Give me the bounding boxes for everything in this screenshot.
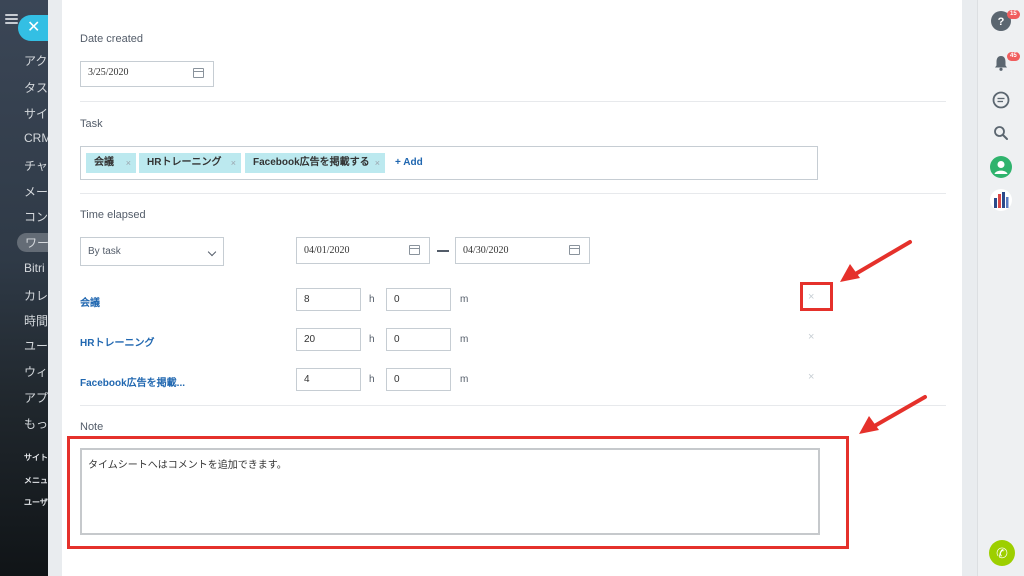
nav-item-2[interactable]: タス — [24, 79, 48, 96]
annotation-arrow — [840, 240, 912, 282]
remove-row-icon[interactable]: × — [808, 331, 814, 343]
phone-icon[interactable]: ✆ — [989, 540, 1015, 566]
time-elapsed-label: Time elapsed — [80, 209, 146, 221]
svg-text:?: ? — [998, 16, 1005, 28]
hours-input[interactable]: 8 — [296, 288, 361, 311]
close-icon[interactable]: ✕ — [18, 15, 48, 41]
calendar-icon[interactable] — [193, 68, 204, 78]
time-row-task-link[interactable]: HRトレーニング — [80, 334, 154, 349]
date-range-separator — [437, 250, 449, 252]
date-created-input[interactable]: 3/25/2020 — [80, 61, 214, 87]
remove-tag-icon[interactable]: × — [375, 153, 380, 173]
nav-small-item-2[interactable]: メニュ — [24, 475, 48, 486]
calendar-icon[interactable] — [409, 245, 420, 255]
hours-input[interactable]: 20 — [296, 328, 361, 351]
time-mode-select[interactable]: By task — [80, 237, 224, 266]
nav-item-1[interactable]: アク — [24, 52, 47, 69]
hours-input[interactable]: 4 — [296, 368, 361, 391]
nav-item-5[interactable]: チャ — [24, 157, 48, 174]
company-logo-icon[interactable] — [990, 189, 1012, 211]
time-row-task-link[interactable]: 会議 — [80, 294, 100, 309]
nav-item-12[interactable]: ユー — [24, 337, 48, 354]
annotation-highlight-note — [67, 436, 849, 549]
task-tag-label: Facebook広告を掲載する — [253, 157, 370, 168]
nav-small-item-3[interactable]: ユーザ — [24, 497, 48, 508]
nav-small-item-1[interactable]: サイト — [24, 452, 48, 463]
task-tag-input[interactable]: 会議 × HRトレーニング × Facebook広告を掲載する × + Add — [80, 146, 818, 180]
minutes-unit: m — [460, 334, 469, 345]
remove-row-icon[interactable]: × — [808, 371, 814, 383]
menu-icon[interactable] — [5, 14, 18, 24]
user-avatar-icon[interactable] — [990, 156, 1012, 178]
divider — [80, 405, 946, 406]
task-label: Task — [80, 118, 103, 130]
task-tag-1[interactable]: 会議 × — [86, 153, 136, 173]
help-badge: 15 — [1007, 10, 1020, 19]
minutes-unit: m — [460, 294, 469, 305]
nav-item-9[interactable]: Bitri — [24, 261, 45, 275]
minutes-input[interactable]: 0 — [386, 288, 451, 311]
task-tag-label: HRトレーニング — [147, 157, 222, 168]
task-tag-3[interactable]: Facebook広告を掲載する × — [245, 153, 385, 173]
calendar-icon[interactable] — [569, 245, 580, 255]
date-from-value: 04/01/2020 — [304, 245, 350, 256]
divider — [80, 193, 946, 194]
note-label: Note — [80, 421, 104, 433]
task-tag-2[interactable]: HRトレーニング × — [139, 153, 241, 173]
time-row-task-link[interactable]: Facebook広告を掲載... — [80, 374, 185, 389]
nav-item-13[interactable]: ウィ — [24, 363, 48, 380]
nav-item-11[interactable]: 時間 — [24, 312, 48, 329]
task-tag-label: 会議 — [94, 157, 114, 168]
date-created-value: 3/25/2020 — [88, 67, 129, 78]
nav-item-10[interactable]: カレ — [24, 287, 48, 304]
annotation-arrow — [859, 395, 927, 434]
nav-item-4[interactable]: CRM — [24, 131, 48, 145]
nav-item-3[interactable]: サイ — [24, 105, 48, 122]
annotation-highlight-remove — [800, 282, 833, 311]
hours-unit: h — [369, 334, 375, 345]
chat-icon[interactable] — [991, 90, 1011, 110]
nav-item-14[interactable]: アプ — [24, 389, 48, 406]
minutes-input[interactable]: 0 — [386, 328, 451, 351]
search-icon[interactable] — [991, 123, 1011, 143]
nav-item-6[interactable]: メー — [24, 183, 48, 200]
hours-unit: h — [369, 294, 375, 305]
date-from-input[interactable]: 04/01/2020 — [296, 237, 430, 264]
add-task-link[interactable]: + Add — [395, 157, 423, 168]
notifications-badge: 45 — [1007, 52, 1020, 61]
left-sidebar: ✕ アク タス サイ CRM チャ メー コン ワー Bitri カレ 時間 ユ… — [0, 0, 48, 576]
date-created-label: Date created — [80, 33, 143, 45]
remove-tag-icon[interactable]: × — [231, 153, 236, 173]
hours-unit: h — [369, 374, 375, 385]
time-mode-value: By task — [88, 246, 121, 257]
nav-item-8-active[interactable]: ワー — [17, 233, 48, 252]
minutes-input[interactable]: 0 — [386, 368, 451, 391]
divider — [80, 101, 946, 102]
remove-tag-icon[interactable]: × — [126, 153, 131, 173]
date-to-input[interactable]: 04/30/2020 — [455, 237, 590, 264]
minutes-unit: m — [460, 374, 469, 385]
nav-item-15[interactable]: もっ — [24, 415, 48, 432]
nav-item-7[interactable]: コン — [24, 208, 48, 225]
right-sidebar: ? 15 45 ✆ — [977, 0, 1024, 576]
date-to-value: 04/30/2020 — [463, 245, 509, 256]
chevron-down-icon — [207, 247, 217, 257]
